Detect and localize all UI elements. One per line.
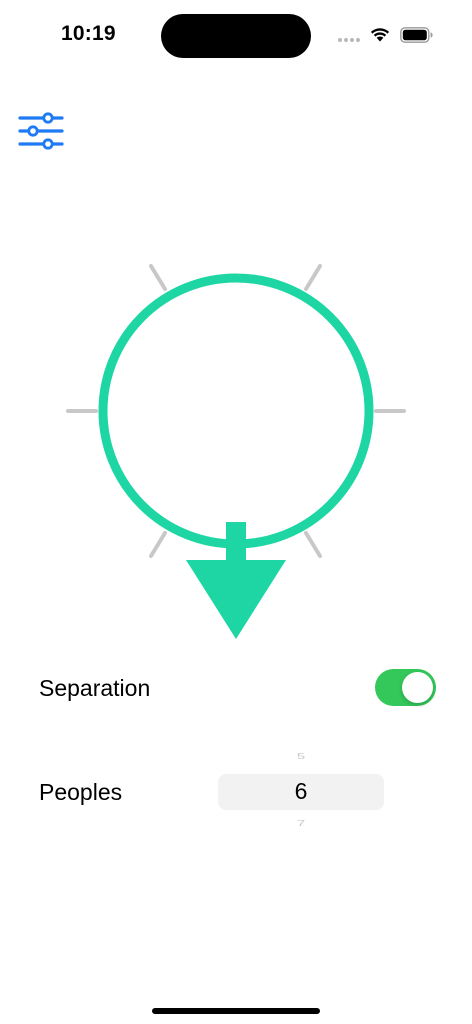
sliders-icon [18, 112, 64, 150]
direction-arrow-icon [186, 560, 286, 639]
status-bar: 10:19 [0, 0, 472, 72]
separation-toggle[interactable] [375, 669, 436, 706]
peoples-label: Peoples [39, 779, 123, 805]
wifi-icon [370, 28, 390, 42]
tick-mark-top-left [149, 264, 167, 291]
picker-option-selected[interactable]: 6 [218, 778, 384, 805]
settings-button[interactable] [14, 110, 68, 154]
tick-mark-top-right [304, 264, 322, 291]
picker-option-next[interactable]: 7 [218, 819, 384, 828]
toggle-knob [402, 672, 433, 703]
tick-mark-bottom-left [149, 531, 167, 558]
tick-mark-bottom-right [304, 531, 322, 558]
dynamic-island [161, 14, 311, 58]
home-indicator[interactable] [152, 1008, 320, 1014]
compass-dial [66, 264, 406, 639]
arrow-shaft [226, 522, 246, 566]
cellular-signal-icon [338, 38, 362, 44]
battery-icon [400, 27, 433, 43]
status-time: 10:19 [61, 22, 116, 45]
compass-ring [98, 273, 374, 549]
peoples-picker[interactable]: 5 6 7 [218, 744, 384, 840]
separation-label: Separation [39, 675, 151, 701]
picker-option-previous[interactable]: 5 [218, 752, 384, 761]
